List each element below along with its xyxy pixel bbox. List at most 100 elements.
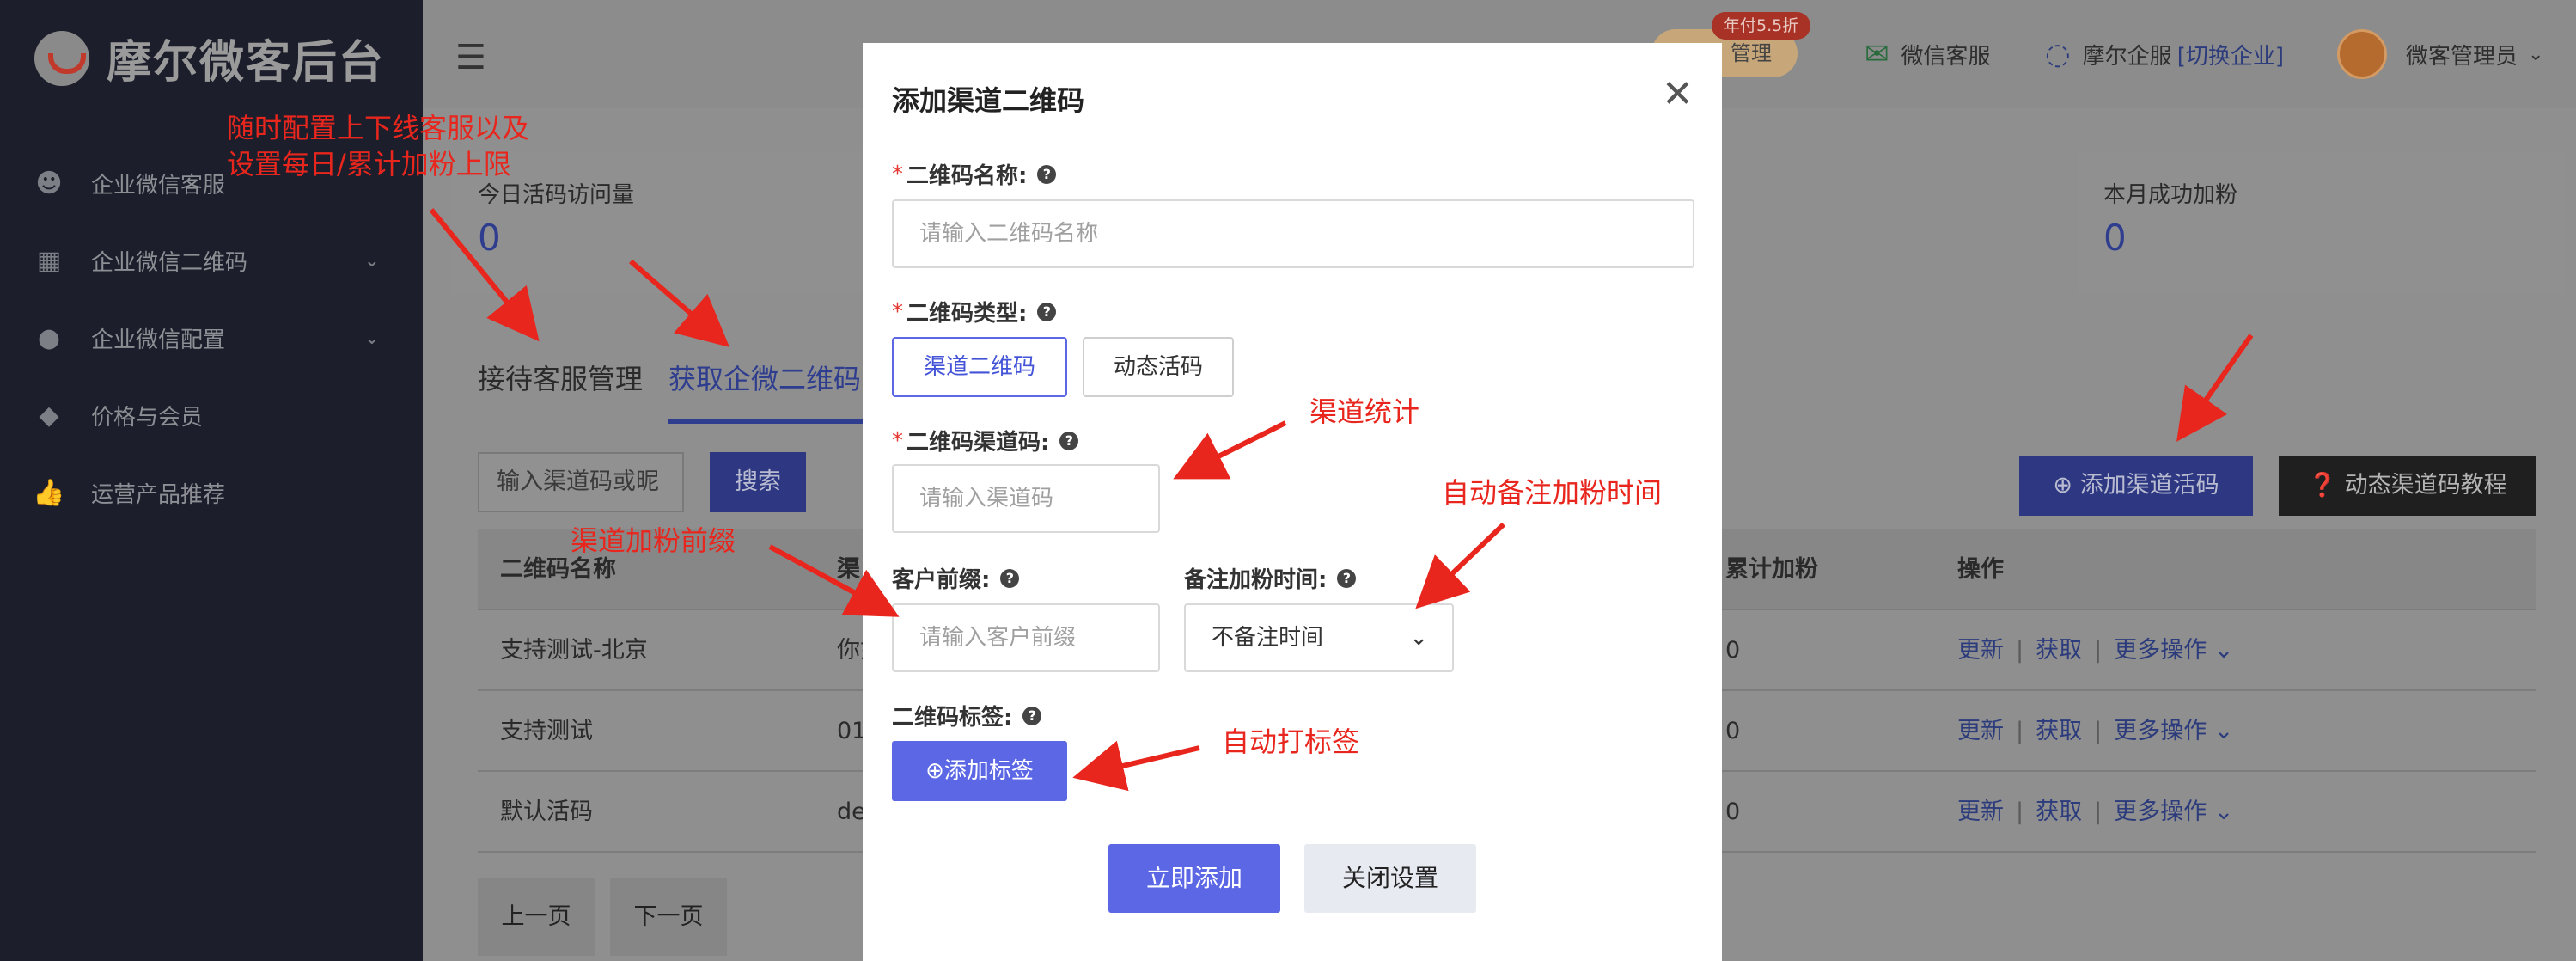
logo-icon xyxy=(34,30,89,86)
sidebar-item-config[interactable]: ● 企业微信配置 ⌄ xyxy=(0,299,423,376)
company-chat-icon: ◌ xyxy=(2045,37,2071,71)
help-icon[interactable]: ? xyxy=(1037,302,1057,321)
chevron-down-icon: ⌄ xyxy=(2207,637,2234,664)
close-icon[interactable]: ✕ xyxy=(1662,76,1694,113)
admin-menu[interactable]: 微客管理员 ⌄ xyxy=(2337,29,2543,79)
column-header-total: 累计加粉 xyxy=(1725,556,1818,583)
sidebar-item-label: 运营产品推荐 xyxy=(91,481,226,508)
discount-badge: 年付5.5折 xyxy=(1712,12,1811,40)
chevron-down-icon: ⌄ xyxy=(2207,799,2234,825)
more-actions-dropdown[interactable]: 更多操作 xyxy=(2114,799,2207,825)
plus-circle-icon: ⊕ xyxy=(925,758,944,784)
diamond-icon: ◆ xyxy=(39,400,59,431)
name-label-text: 二维码名称: xyxy=(906,163,1028,189)
annotation-line: 随时配置上下线客服以及 xyxy=(227,112,530,144)
more-actions-dropdown[interactable]: 更多操作 xyxy=(2114,718,2207,744)
qrcode-name-input[interactable]: 请输入二维码名称 xyxy=(892,199,1694,268)
remark-label-text: 备注加粉时间: xyxy=(1184,567,1328,593)
add-channel-code-label: 添加渠道活码 xyxy=(2079,472,2219,499)
type-label-text: 二维码类型: xyxy=(906,301,1028,327)
active-tab-indicator xyxy=(668,419,863,424)
sidebar-item-label: 企业微信客服 xyxy=(91,172,226,199)
tag-field-label: 二维码标签:? xyxy=(892,700,1042,731)
tab-reception[interactable]: 接待客服管理 xyxy=(478,358,643,397)
row-channel: 你如 xyxy=(837,637,863,664)
row-channel: 012 xyxy=(837,718,863,744)
qrcode-icon: ▦ xyxy=(36,245,62,276)
stat-card-month: 本月成功加粉 0 xyxy=(2078,151,2564,294)
chevron-down-icon: ⌄ xyxy=(2207,718,2234,744)
row-total: 0 xyxy=(1725,799,1741,825)
remark-field-label: 备注加粉时间:? xyxy=(1184,562,1357,594)
get-link[interactable]: 获取 xyxy=(2036,799,2082,825)
channel-code-input[interactable]: 请输入渠道码 xyxy=(892,464,1160,533)
type-field-label: * 二维码类型:? xyxy=(892,296,1057,327)
required-mark: * xyxy=(892,298,903,325)
sidebar-nav: ☻ 企业微信客服 ▦ 企业微信二维码 ⌄ ● 企业微信配置 ⌄ ◆ 价格与会员 … xyxy=(0,144,423,531)
wechat-icon: ✉ xyxy=(1865,37,1889,71)
annotation-line: 设置每日/累计加粉上限 xyxy=(227,148,511,181)
annotation-channel-stats: 渠道统计 xyxy=(1309,395,1420,428)
remark-time-select[interactable]: 不备注时间 ⌄ xyxy=(1184,603,1454,672)
row-actions: 更新 | 获取 | 更多操作 ⌄ xyxy=(1957,799,2234,825)
row-channel: def xyxy=(837,799,863,825)
help-icon[interactable]: ? xyxy=(1000,568,1020,588)
search-input[interactable]: 输入渠道码或昵 xyxy=(478,452,684,512)
thumbs-up-icon: 👍 xyxy=(33,477,65,508)
row-name: 支持测试-北京 xyxy=(500,637,648,664)
chevron-down-icon: ⌄ xyxy=(2528,43,2544,65)
modal-title: 添加渠道二维码 xyxy=(892,84,1085,117)
tab-qrcode[interactable]: 获取企微二维码 xyxy=(668,358,861,397)
chevron-down-icon: ⌄ xyxy=(1409,625,1428,651)
arrow-to-add-button xyxy=(2176,334,2254,442)
update-link[interactable]: 更新 xyxy=(1957,637,2004,664)
menu-toggle-icon[interactable]: ☰ xyxy=(455,38,486,77)
close-settings-button[interactable]: 关闭设置 xyxy=(1304,844,1476,913)
search-button[interactable]: 搜索 xyxy=(710,452,806,512)
sidebar-item-products[interactable]: 👍 运营产品推荐 xyxy=(0,454,423,531)
add-tag-label: 添加标签 xyxy=(943,758,1034,784)
row-total: 0 xyxy=(1725,637,1741,664)
help-icon[interactable]: ? xyxy=(1337,568,1357,588)
submit-button[interactable]: 立即添加 xyxy=(1108,844,1280,913)
tutorial-button[interactable]: ❓ 动态渠道码教程 xyxy=(2279,456,2536,516)
add-channel-code-button[interactable]: ⊕ 添加渠道活码 xyxy=(2019,456,2253,516)
app-logo[interactable]: 摩尔微客后台 xyxy=(34,26,385,90)
chevron-down-icon: ⌄ xyxy=(363,249,380,272)
avatar xyxy=(2337,29,2387,79)
update-link[interactable]: 更新 xyxy=(1957,718,2004,744)
customer-prefix-input[interactable]: 请输入客户前缀 xyxy=(892,603,1160,672)
get-link[interactable]: 获取 xyxy=(2036,718,2082,744)
chat-icon: ● xyxy=(37,322,61,353)
help-icon: ❓ xyxy=(2308,472,2345,499)
help-icon[interactable]: ? xyxy=(1059,431,1079,450)
next-page-button[interactable]: 下一页 xyxy=(610,878,727,956)
channel-label-text: 二维码渠道码: xyxy=(906,430,1050,456)
wechat-service-link[interactable]: ✉ 微信客服 xyxy=(1865,34,1991,74)
get-link[interactable]: 获取 xyxy=(2036,637,2082,664)
sidebar-item-pricing[interactable]: ◆ 价格与会员 xyxy=(0,376,423,454)
add-tag-button[interactable]: ⊕添加标签 xyxy=(892,741,1067,801)
row-actions: 更新 | 获取 | 更多操作 ⌄ xyxy=(1957,718,2234,744)
row-name: 默认活码 xyxy=(500,799,593,825)
wechat-service-label: 微信客服 xyxy=(1901,43,1991,70)
stat-value: 0 xyxy=(478,217,501,259)
channel-field-label: * 二维码渠道码:? xyxy=(892,425,1079,456)
sidebar-item-qrcode[interactable]: ▦ 企业微信二维码 ⌄ xyxy=(0,222,423,299)
help-icon[interactable]: ? xyxy=(1037,164,1057,184)
prev-page-button[interactable]: 上一页 xyxy=(478,878,595,956)
column-header-actions: 操作 xyxy=(1957,556,2004,583)
more-actions-dropdown[interactable]: 更多操作 xyxy=(2114,637,2207,664)
annotation-channel-prefix: 渠道加粉前缀 xyxy=(571,524,736,557)
switch-company-link[interactable]: [切换企业] xyxy=(2177,39,2284,70)
type-option-dynamic[interactable]: 动态活码 xyxy=(1083,337,1234,397)
plus-circle-icon: ⊕ xyxy=(2053,472,2080,499)
prefix-label-text: 客户前缀: xyxy=(892,567,991,593)
stat-label: 本月成功加粉 xyxy=(2103,182,2238,208)
update-link[interactable]: 更新 xyxy=(1957,799,2004,825)
app-title: 摩尔微客后台 xyxy=(107,37,386,89)
name-field-label: * 二维码名称:? xyxy=(892,158,1057,190)
type-option-channel[interactable]: 渠道二维码 xyxy=(892,337,1067,397)
stat-value: 0 xyxy=(2103,217,2127,259)
help-icon[interactable]: ? xyxy=(1022,706,1042,725)
